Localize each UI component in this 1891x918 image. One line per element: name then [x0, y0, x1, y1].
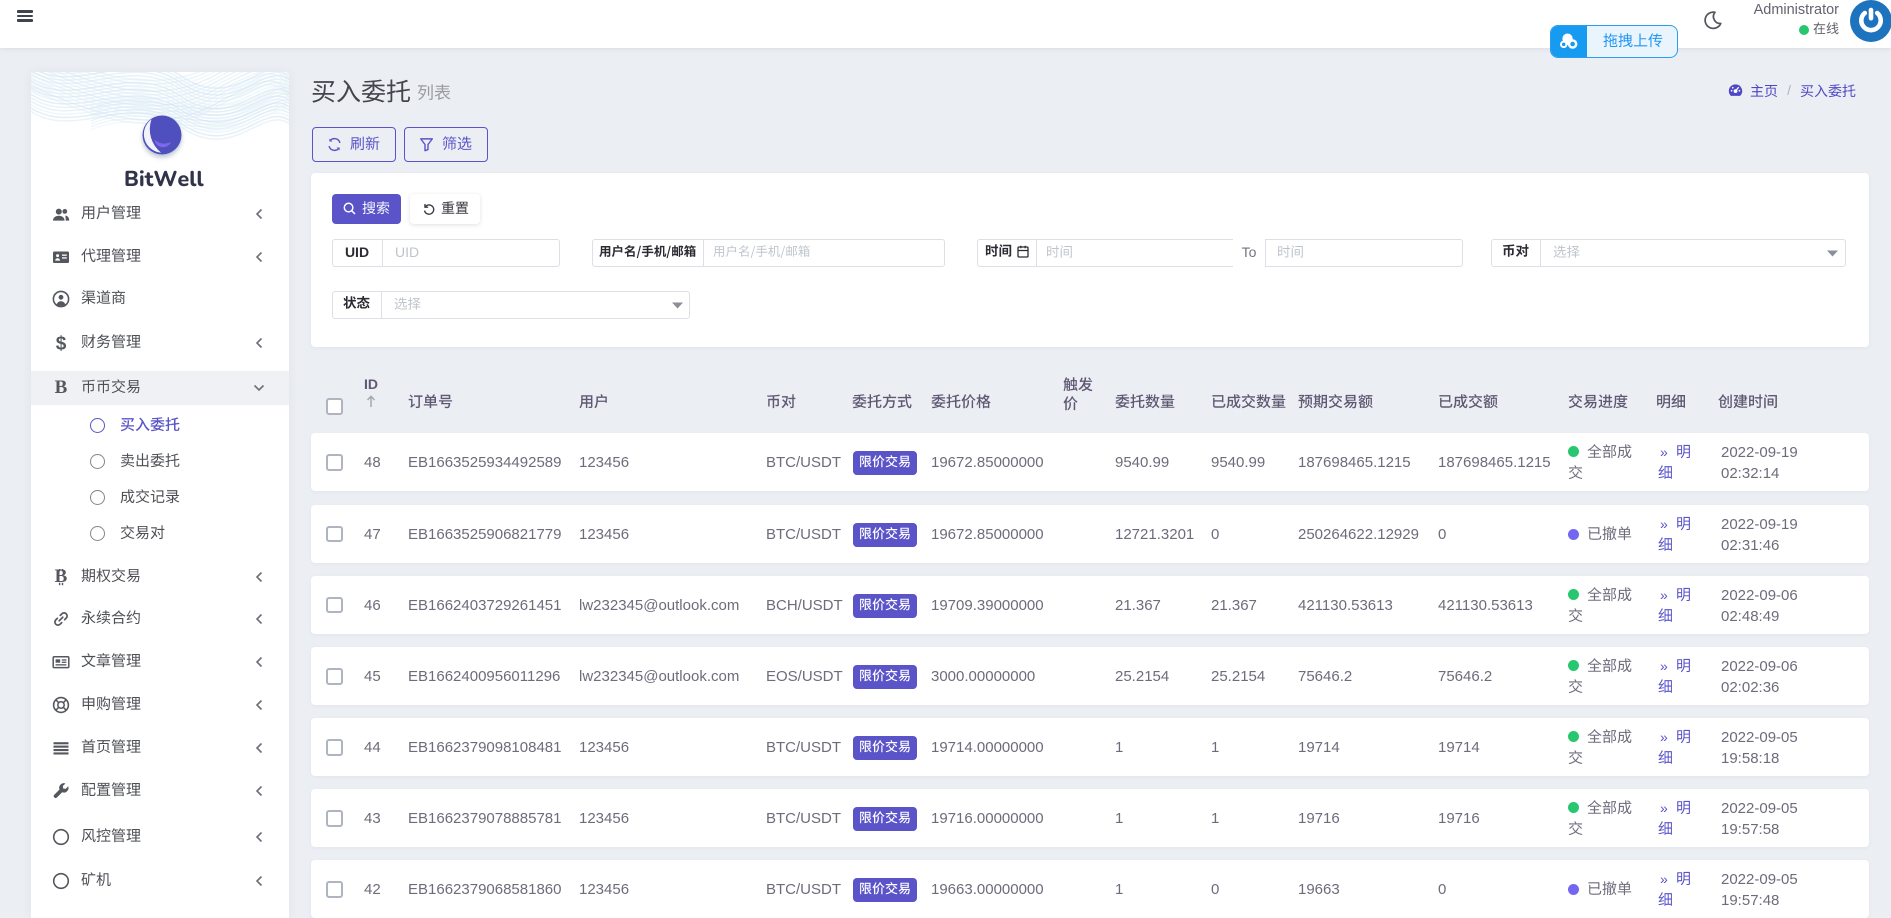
svg-text:B: B [55, 377, 68, 398]
svg-text:$: $ [56, 333, 67, 354]
svg-text:B: B [55, 566, 68, 587]
